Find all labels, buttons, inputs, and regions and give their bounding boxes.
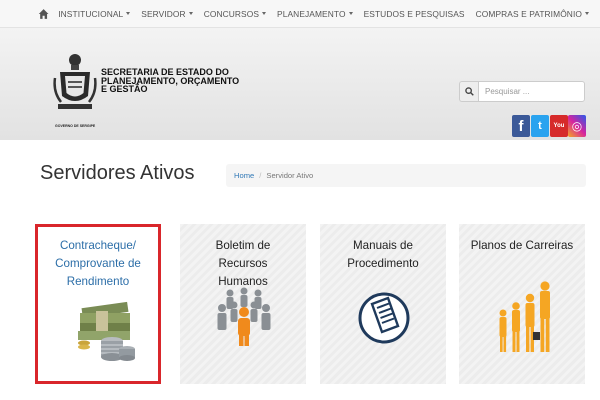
facebook-icon[interactable]: f [512, 115, 530, 137]
caret-down-icon [126, 12, 131, 15]
caret-down-icon [348, 12, 353, 15]
caret-down-icon [585, 12, 589, 15]
money-coins-icon [78, 301, 135, 361]
search-icon [464, 87, 474, 96]
caret-down-icon [262, 12, 267, 15]
card-boletim-recursos-humanos[interactable]: Boletim de Recursos Humanos [180, 224, 306, 384]
breadcrumb-separator: / [259, 171, 262, 180]
nav-institucional[interactable]: INSTITUCIONAL [58, 9, 131, 19]
home-icon[interactable] [38, 7, 49, 21]
youtube-icon[interactable]: You [550, 115, 568, 137]
top-navbar: INSTITUCIONAL SERVIDOR CONCURSOS PLANEJA… [0, 0, 600, 28]
card-label: Contracheque/ Comprovante de Rendimento [55, 239, 141, 288]
nav-concursos[interactable]: CONCURSOS [204, 9, 267, 19]
breadcrumb-home-link[interactable]: Home [234, 171, 254, 180]
state-coat-of-arms-logo[interactable] [52, 52, 98, 130]
document-manual-icon [358, 292, 410, 344]
breadcrumb-current: Servidor Ativo [266, 171, 314, 180]
card-contracheque[interactable]: Contracheque/ Comprovante de Rendimento [35, 224, 161, 384]
organization-name: SECRETARIA DE ESTADO DO PLANEJAMENTO, OR… [101, 67, 240, 94]
instagram-icon[interactable]: ◎ [568, 115, 586, 137]
logo-caption: GOVERNO DE SERGIPE [55, 124, 96, 128]
career-growth-icon [499, 281, 550, 352]
nav-planejamento[interactable]: PLANEJAMENTO [277, 9, 353, 19]
breadcrumb: Home / Servidor Ativo [226, 164, 586, 187]
card-label: Boletim de Recursos Humanos [215, 239, 271, 288]
people-group-icon [217, 287, 271, 346]
card-label: Planos de Carreiras [470, 239, 574, 252]
card-planos-de-carreiras[interactable]: Planos de Carreiras [459, 224, 585, 384]
search-button[interactable] [459, 81, 478, 102]
card-manuais-de-procedimento[interactable]: Manuais de Procedimento [320, 224, 446, 384]
nav-servidor[interactable]: SERVIDOR [141, 9, 193, 19]
site-header: GOVERNO DE SERGIPE SECRETARIA DE ESTADO … [0, 28, 600, 140]
caret-down-icon [188, 12, 193, 15]
search-box [459, 81, 585, 102]
nav-compras-e-patrimonio[interactable]: COMPRAS E PATRIMÔNIO [476, 9, 589, 19]
search-input[interactable] [478, 81, 585, 102]
nav-estudos-e-pesquisas[interactable]: ESTUDOS E PESQUISAS [364, 9, 465, 19]
page-title: Servidores Ativos [40, 162, 195, 184]
card-label: Manuais de Procedimento [347, 239, 419, 270]
twitter-icon[interactable]: t [531, 115, 549, 137]
